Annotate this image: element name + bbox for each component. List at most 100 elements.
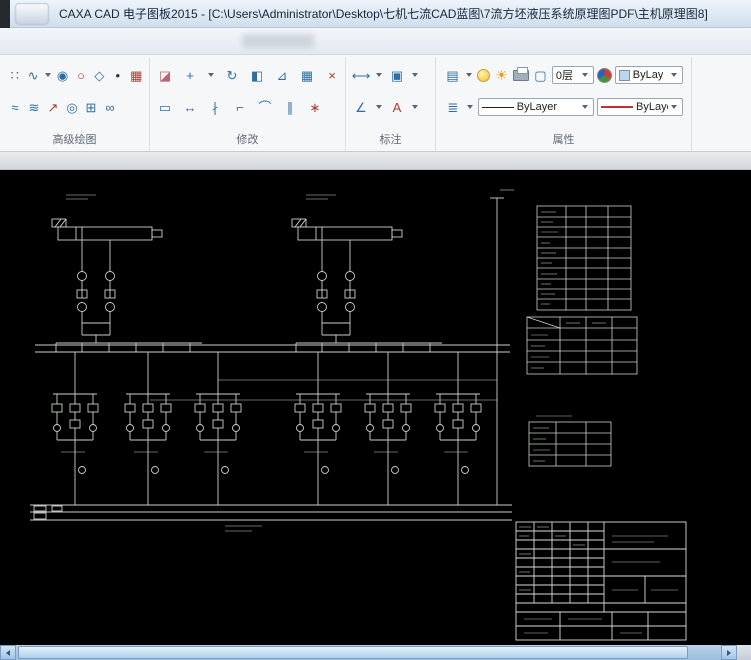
resize-grip[interactable] bbox=[737, 645, 751, 660]
trim-icon[interactable]: × bbox=[323, 65, 341, 85]
linear-dimension-dropdown-icon[interactable] bbox=[376, 73, 382, 77]
linetype-combo-dropdown-icon[interactable] bbox=[582, 105, 588, 109]
valve-cluster bbox=[125, 352, 171, 505]
stretch-icon[interactable]: ↔ bbox=[181, 97, 199, 117]
rotate-icon[interactable]: ↻ bbox=[223, 65, 241, 85]
ribbon-tab-strip bbox=[0, 28, 751, 55]
parameter-table-3 bbox=[529, 416, 611, 466]
color-wheel-icon[interactable] bbox=[597, 68, 612, 83]
parts-library-icon[interactable]: ⊞ bbox=[82, 97, 100, 117]
lineweight-combo[interactable]: ByLaye bbox=[597, 98, 683, 116]
lineweight-combo-dropdown-icon[interactable] bbox=[671, 105, 677, 109]
ribbon: ∷∿◉○◇•▦≈≋↗◎⊞∞ 高级绘图 ◪+↻◧⊿▦×▭↔∤⌐⌒∥∗ 修改 ⟷▣∠… bbox=[0, 55, 751, 152]
wave-line-icon[interactable]: ≈ bbox=[6, 97, 24, 117]
icon-row: ∠A bbox=[350, 91, 431, 123]
icon-row: ⟷▣ bbox=[350, 59, 431, 91]
title-bar: CAXA CAD 电子图板2015 - [C:\Users\Administra… bbox=[0, 0, 751, 28]
chain-link-icon[interactable]: ∞ bbox=[101, 97, 119, 117]
equidistance-line-icon[interactable]: ∷ bbox=[6, 65, 23, 85]
cad-drawing-svg bbox=[0, 170, 751, 645]
scroll-right-icon bbox=[727, 650, 731, 656]
properties-sheet-dropdown-icon[interactable] bbox=[466, 73, 472, 77]
color-value: ByLay bbox=[633, 69, 664, 81]
valve-cluster bbox=[195, 352, 241, 505]
move-icon[interactable]: + bbox=[181, 65, 199, 85]
view-dimension-icon[interactable]: ▣ bbox=[388, 65, 406, 85]
sun-brightness-icon[interactable]: ☀ bbox=[493, 65, 510, 85]
spline-icon[interactable]: ∿ bbox=[24, 65, 41, 85]
linetype-icon[interactable]: ≣ bbox=[444, 97, 462, 117]
hydraulic-circuit-right bbox=[292, 195, 442, 352]
window-title: CAXA CAD 电子图板2015 - [C:\Users\Administra… bbox=[59, 5, 708, 22]
layer-dropdown-icon[interactable] bbox=[582, 73, 588, 77]
ribbon-group-dimension: ⟷▣∠A 标注 bbox=[346, 57, 436, 151]
fillet-icon[interactable]: ⌒ bbox=[256, 97, 274, 117]
caxa-cad-window: CAXA CAD 电子图板2015 - [C:\Users\Administra… bbox=[0, 0, 751, 660]
insert-table-icon[interactable]: ▦ bbox=[128, 65, 145, 85]
scale-icon[interactable]: ⊿ bbox=[273, 65, 291, 85]
layer-combo[interactable]: 0层 bbox=[552, 66, 594, 84]
linetype-value: ByLayer bbox=[517, 101, 557, 113]
lineweight-value: ByLaye bbox=[636, 101, 668, 113]
color-combo[interactable]: ByLay bbox=[615, 66, 683, 84]
circle-tool-icon[interactable]: ○ bbox=[72, 65, 89, 85]
polygon-icon[interactable]: ◇ bbox=[91, 65, 108, 85]
array-icon[interactable]: ▦ bbox=[298, 65, 316, 85]
printer-icon[interactable] bbox=[513, 70, 529, 81]
scroll-left-button[interactable] bbox=[0, 645, 16, 660]
rectangle-edit-icon[interactable]: ▭ bbox=[156, 97, 174, 117]
angle-dimension-dropdown-icon[interactable] bbox=[376, 105, 382, 109]
modify-icons: ◪ + ↻ ◧ ⊿ ▦ × ▭ ↔ ∤ ⌐ ⌒ ∥ ∗ bbox=[150, 57, 345, 133]
layers-icon[interactable]: ▢ bbox=[532, 65, 549, 85]
offset-icon[interactable]: ∥ bbox=[281, 97, 299, 117]
text-annotation-dropdown-icon[interactable] bbox=[412, 105, 418, 109]
color-dropdown-icon[interactable] bbox=[671, 73, 677, 77]
parameter-table-2 bbox=[527, 317, 637, 374]
scroll-right-button[interactable] bbox=[721, 645, 737, 660]
move-dropdown-icon[interactable] bbox=[208, 73, 214, 77]
explode-icon[interactable]: ∗ bbox=[306, 97, 324, 117]
erase-icon[interactable]: ◪ bbox=[156, 65, 174, 85]
eye-icon[interactable]: ◉ bbox=[54, 65, 71, 85]
gear-icon[interactable]: ◎ bbox=[63, 97, 81, 117]
angle-dimension-icon[interactable]: ∠ bbox=[352, 97, 370, 117]
linetype-dropdown-icon[interactable] bbox=[467, 105, 473, 109]
valve-cluster bbox=[435, 352, 481, 505]
document-bar bbox=[0, 152, 751, 170]
title-block bbox=[516, 522, 686, 640]
icon-row: ▭ ↔ ∤ ⌐ ⌒ ∥ ∗ bbox=[154, 91, 341, 123]
linetype-sample bbox=[482, 107, 514, 108]
pressure-bus-lines bbox=[30, 190, 514, 531]
lightbulb-layer-icon[interactable] bbox=[477, 69, 490, 82]
point-icon[interactable]: • bbox=[109, 65, 126, 85]
ribbon-group-properties: ▤ ☀ ▢ 0层 ByLay bbox=[436, 57, 692, 151]
parameter-table-1 bbox=[537, 206, 631, 310]
ribbon-group-modify: ◪ + ↻ ◧ ⊿ ▦ × ▭ ↔ ∤ ⌐ ⌒ ∥ ∗ 修改 bbox=[150, 57, 346, 151]
drawing-canvas[interactable] bbox=[0, 170, 751, 645]
linear-dimension-icon[interactable]: ⟷ bbox=[352, 65, 370, 85]
loading-ghost-artifact bbox=[242, 34, 314, 48]
properties-row-1: ▤ ☀ ▢ 0层 ByLay bbox=[440, 59, 687, 91]
advanced-draw-icons: ∷∿ ◉○◇•▦ ≈≋↗◎⊞∞ bbox=[0, 57, 149, 133]
ribbon-filler bbox=[692, 57, 751, 151]
horizontal-scrollbar[interactable] bbox=[0, 645, 751, 660]
valve-cluster bbox=[52, 352, 98, 505]
text-annotation-icon[interactable]: A bbox=[388, 97, 406, 117]
chamfer-icon[interactable]: ⌐ bbox=[231, 97, 249, 117]
valve-cluster bbox=[365, 352, 411, 505]
arrow-icon[interactable]: ↗ bbox=[44, 97, 62, 117]
group-label-modify: 修改 bbox=[150, 133, 345, 151]
properties-sheet-icon[interactable]: ▤ bbox=[444, 65, 461, 85]
scrollbar-track[interactable] bbox=[16, 645, 721, 660]
ribbon-group-advanced-draw: ∷∿◉○◇•▦≈≋↗◎⊞∞ 高级绘图 bbox=[0, 57, 150, 151]
scroll-left-icon bbox=[6, 650, 10, 656]
double-fold-line-icon[interactable]: ≋ bbox=[25, 97, 43, 117]
scrollbar-thumb[interactable] bbox=[18, 646, 688, 659]
mirror-icon[interactable]: ◧ bbox=[248, 65, 266, 85]
view-dimension-dropdown-icon[interactable] bbox=[412, 73, 418, 77]
app-menu-button[interactable] bbox=[15, 3, 49, 25]
linetype-combo[interactable]: ByLayer bbox=[478, 98, 594, 116]
break-icon[interactable]: ∤ bbox=[206, 97, 224, 117]
spline-dropdown-icon[interactable] bbox=[45, 73, 51, 77]
lineweight-sample bbox=[601, 106, 633, 108]
